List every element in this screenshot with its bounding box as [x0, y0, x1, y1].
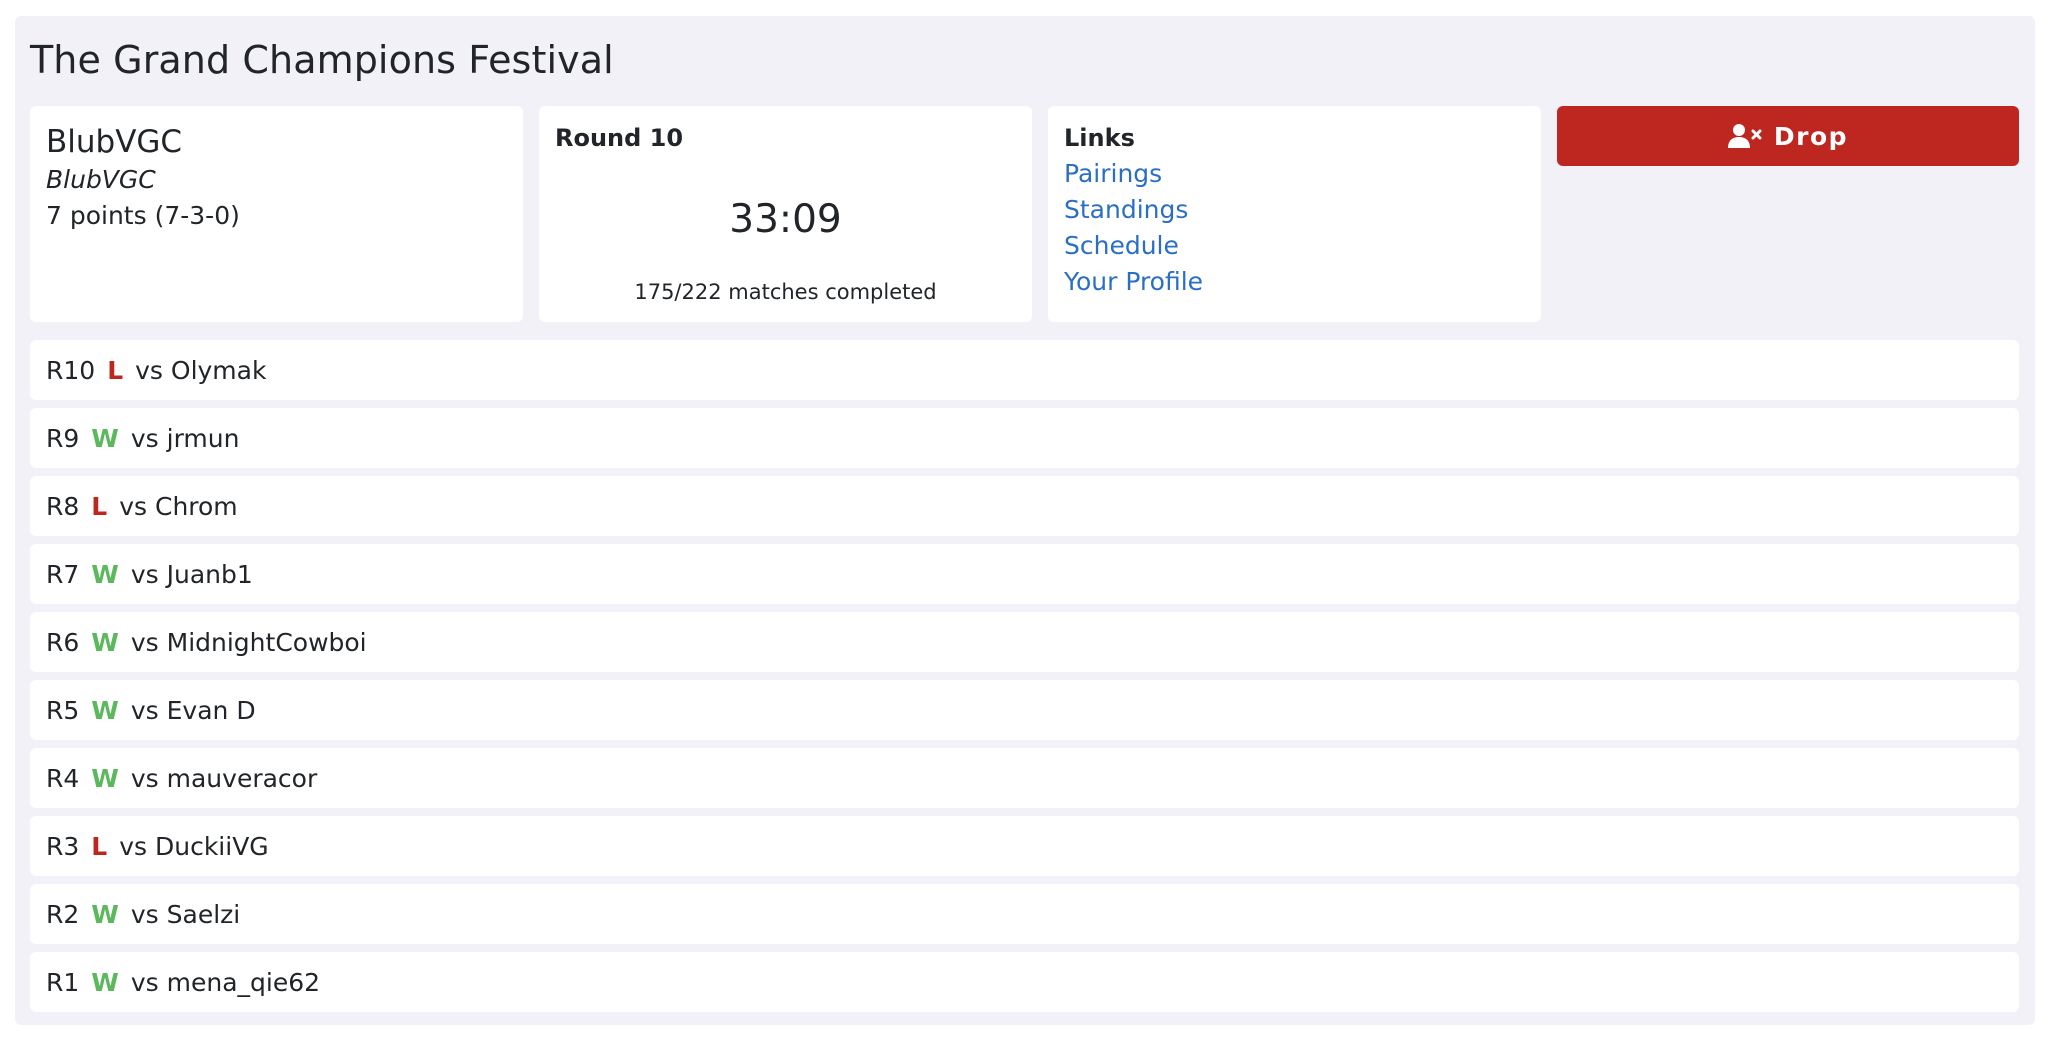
match-opponent: vs MidnightCowboi: [130, 627, 367, 657]
match-round: R10: [46, 355, 96, 385]
match-opponent: vs Saelzi: [130, 899, 241, 929]
match-result: W: [91, 627, 119, 657]
match-opponent: vs jrmun: [130, 423, 240, 453]
match-round: R9: [46, 423, 80, 453]
match-result: W: [91, 899, 119, 929]
matches-completed: 175/222 matches completed: [634, 280, 937, 304]
match-row[interactable]: R10 L vs Olymak: [30, 340, 2019, 400]
match-result: W: [91, 763, 119, 793]
match-opponent: vs DuckiiVG: [119, 831, 269, 861]
match-round: R1: [46, 967, 80, 997]
match-result: L: [107, 355, 124, 385]
player-name: BlubVGC: [46, 124, 183, 160]
player-card: BlubVGC BlubVGC 7 points (7-3-0): [30, 106, 523, 322]
player-points: 7 points (7-3-0): [46, 201, 240, 230]
match-history: R10 L vs Olymak R9 W vs jrmun R8 L vs Ch…: [30, 340, 2019, 1020]
links-card: Links Pairings Standings Schedule Your P…: [1048, 106, 1541, 322]
player-team: BlubVGC: [46, 165, 156, 194]
match-row[interactable]: R8 L vs Chrom: [30, 476, 2019, 536]
match-row[interactable]: R3 L vs DuckiiVG: [30, 816, 2019, 876]
match-opponent: vs Chrom: [119, 491, 238, 521]
match-round: R4: [46, 763, 80, 793]
match-round: R7: [46, 559, 80, 589]
match-result: L: [91, 491, 108, 521]
match-row[interactable]: R7 W vs Juanb1: [30, 544, 2019, 604]
link-schedule[interactable]: Schedule: [1064, 228, 1525, 264]
match-row[interactable]: R1 W vs mena_qie62: [30, 952, 2019, 1012]
match-result: W: [91, 559, 119, 589]
match-round: R6: [46, 627, 80, 657]
match-row[interactable]: R5 W vs Evan D: [30, 680, 2019, 740]
match-round: R3: [46, 831, 80, 861]
links-label: Links: [1064, 124, 1135, 152]
page-title: The Grand Champions Festival: [30, 38, 614, 82]
round-card: Round 10 33:09 175/222 matches completed: [539, 106, 1032, 322]
match-result: W: [91, 423, 119, 453]
link-standings[interactable]: Standings: [1064, 192, 1525, 228]
match-round: R8: [46, 491, 80, 521]
match-row[interactable]: R4 W vs mauveracor: [30, 748, 2019, 808]
user-x-icon: [1727, 124, 1762, 148]
round-label: Round 10: [555, 124, 684, 152]
match-result: W: [91, 695, 119, 725]
link-your-profile[interactable]: Your Profile: [1064, 264, 1525, 300]
round-timer: 33:09: [729, 197, 842, 242]
match-result: W: [91, 967, 119, 997]
match-result: L: [91, 831, 108, 861]
match-opponent: vs mena_qie62: [130, 967, 321, 997]
drop-button[interactable]: Drop: [1557, 106, 2019, 166]
match-row[interactable]: R6 W vs MidnightCowboi: [30, 612, 2019, 672]
match-opponent: vs mauveracor: [130, 763, 318, 793]
drop-button-label: Drop: [1773, 121, 1849, 151]
match-round: R5: [46, 695, 80, 725]
match-row[interactable]: R9 W vs jrmun: [30, 408, 2019, 468]
match-round: R2: [46, 899, 80, 929]
link-pairings[interactable]: Pairings: [1064, 156, 1525, 192]
match-opponent: vs Olymak: [135, 355, 267, 385]
match-opponent: vs Juanb1: [130, 559, 253, 589]
tournament-panel: The Grand Champions Festival BlubVGC Blu…: [15, 16, 2035, 1025]
match-opponent: vs Evan D: [130, 695, 256, 725]
match-row[interactable]: R2 W vs Saelzi: [30, 884, 2019, 944]
